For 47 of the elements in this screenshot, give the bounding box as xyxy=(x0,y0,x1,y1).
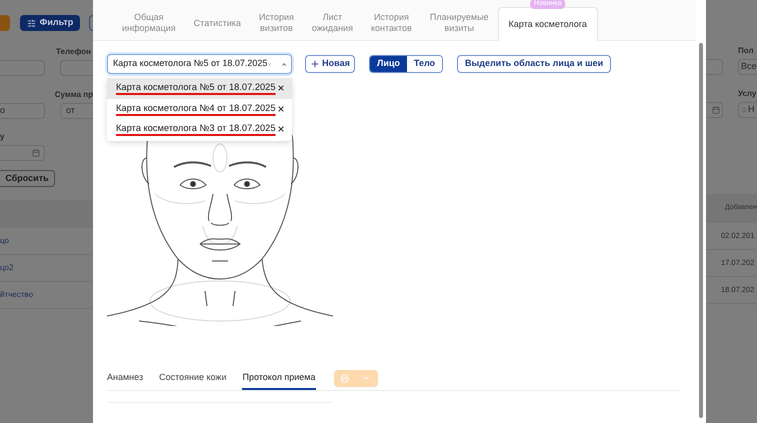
search-icon xyxy=(741,107,747,113)
remove-icon[interactable] xyxy=(277,125,285,134)
reset-button[interactable]: Сбросить xyxy=(0,170,55,187)
dropdown-option[interactable]: Карта косметолога №5 от 18.07.2025 xyxy=(107,78,292,98)
filter-button[interactable]: Фильтр xyxy=(20,15,80,31)
gender-select[interactable]: Все xyxy=(738,59,757,75)
scrollbar[interactable] xyxy=(699,43,703,418)
service-search-field[interactable]: Н xyxy=(738,102,757,118)
input-field[interactable]: от xyxy=(60,103,93,119)
dropdown-option[interactable]: Карта косметолога №3 от 18.07.2025 xyxy=(107,119,292,140)
sliders-icon xyxy=(26,18,36,28)
card-select[interactable]: Карта косметолога №5 от 18.07.2025 xyxy=(107,54,292,74)
date-field[interactable] xyxy=(706,102,723,118)
field-label: у xyxy=(0,131,6,143)
field-label: Пол xyxy=(738,45,754,57)
table-cell[interactable]: цо xyxy=(0,235,9,247)
tab[interactable]: Общая информация xyxy=(113,6,185,40)
printer-icon xyxy=(340,374,349,383)
tab[interactable]: История контактов xyxy=(362,6,421,40)
new-card-button[interactable]: Новая xyxy=(305,55,355,73)
view-toggle-option[interactable]: Лицо xyxy=(370,56,407,72)
date-field[interactable] xyxy=(0,145,45,161)
dropdown-option[interactable]: Карта косметолога №4 от 18.07.2025 xyxy=(107,98,292,119)
tab[interactable]: Статистика xyxy=(184,6,250,40)
section-tab[interactable]: Состояние кожи xyxy=(159,367,226,390)
tab[interactable]: Планируемые визиты xyxy=(420,6,498,40)
table-cell[interactable]: йтчество xyxy=(0,289,34,301)
remove-icon[interactable] xyxy=(277,84,285,92)
tab[interactable]: Карта косметолога xyxy=(498,7,598,41)
input-field[interactable] xyxy=(60,60,93,76)
input-field[interactable] xyxy=(706,59,723,75)
calendar-icon xyxy=(712,106,720,114)
plus-icon xyxy=(310,59,320,69)
select-value: Карта косметолога №5 от 18.07.2025 xyxy=(113,57,268,70)
field-label: Услу xyxy=(738,88,756,100)
remove-icon[interactable] xyxy=(277,104,285,113)
section-tab[interactable]: Анамнез xyxy=(107,367,144,390)
field-label: Телефон xyxy=(56,46,91,58)
table-cell[interactable]: цо2 xyxy=(0,262,14,274)
select-area-button[interactable]: Выделить область лица и шеи xyxy=(457,55,612,73)
tab[interactable]: История визитов xyxy=(250,6,303,40)
field-label: Сумма пр xyxy=(54,89,93,101)
section-tab[interactable]: Протокол приема xyxy=(242,367,316,390)
input-field[interactable]: о xyxy=(0,103,45,119)
toolbar-button[interactable] xyxy=(0,15,10,31)
calendar-icon xyxy=(32,149,40,157)
tab[interactable]: Лист ожидания xyxy=(302,6,362,40)
